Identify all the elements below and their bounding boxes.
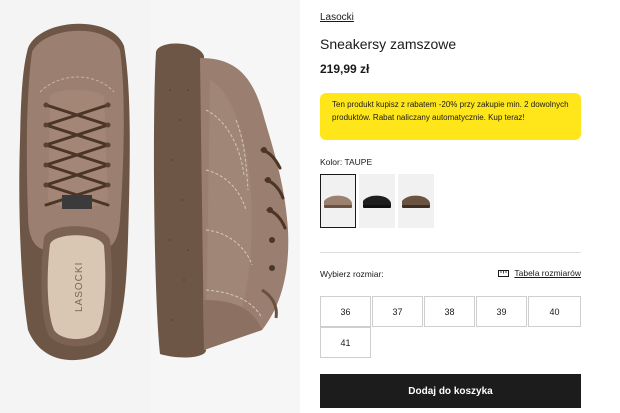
promo-text: Ten produkt kupisz z rabatem -20% przy z…: [332, 100, 569, 122]
product-price: 219,99 zł: [320, 62, 370, 76]
insole-logo: LASOCKI: [74, 262, 85, 312]
sneaker-thumbnail-icon: [324, 195, 352, 208]
size-option-39[interactable]: 39: [476, 296, 527, 327]
color-label-text: Kolor:: [320, 157, 343, 167]
product-page: LASOCKI Lasocki Sneakersy zamszowe 219,9…: [0, 0, 620, 413]
size-option-38[interactable]: 38: [424, 296, 475, 327]
color-swatch-taupe[interactable]: [320, 174, 356, 228]
color-label: Kolor: TAUPE: [320, 157, 372, 167]
add-to-cart-button[interactable]: Dodaj do koszyka: [320, 374, 581, 408]
size-option-40[interactable]: 40: [528, 296, 581, 327]
section-divider: [320, 252, 581, 253]
product-image: LASOCKI: [0, 0, 300, 413]
sneaker-thumbnail-icon: [402, 195, 430, 208]
product-gallery[interactable]: LASOCKI: [0, 0, 300, 413]
size-prompt: Wybierz rozmiar:: [320, 269, 384, 279]
size-option-36[interactable]: 36: [320, 296, 371, 327]
size-option-41[interactable]: 41: [320, 327, 371, 358]
shoe-top-view: LASOCKI: [19, 23, 130, 361]
promo-banner: Ten produkt kupisz z rabatem -20% przy z…: [320, 93, 581, 140]
ruler-icon: [498, 269, 510, 277]
size-table-link[interactable]: Tabela rozmiarów: [498, 268, 581, 278]
brand-link[interactable]: Lasocki: [320, 12, 354, 23]
color-swatch-black[interactable]: [359, 174, 395, 228]
size-option-37[interactable]: 37: [372, 296, 423, 327]
product-title: Sneakersy zamszowe: [320, 36, 457, 52]
color-swatch-brown[interactable]: [398, 174, 434, 228]
size-table-link-label: Tabela rozmiarów: [514, 268, 581, 278]
product-details: Lasocki Sneakersy zamszowe 219,99 zł Ten…: [320, 0, 582, 413]
color-value: TAUPE: [344, 157, 373, 167]
sneaker-thumbnail-icon: [363, 195, 391, 208]
